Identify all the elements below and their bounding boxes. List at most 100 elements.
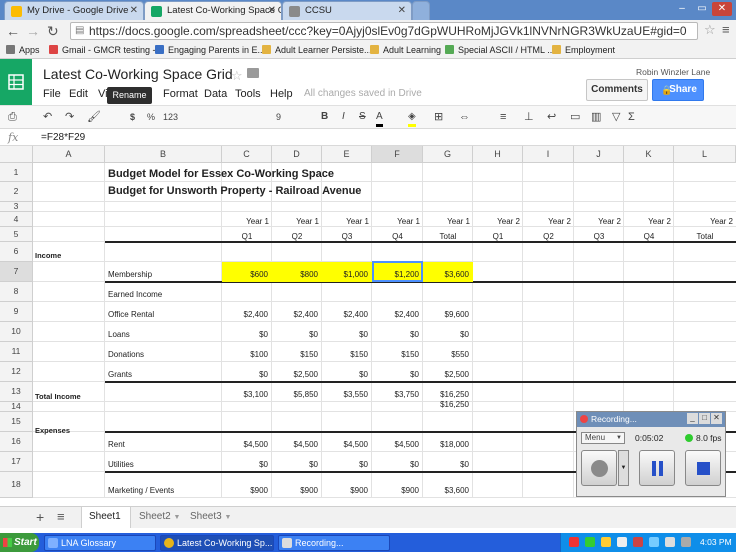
maximize-icon[interactable]: ▭ [692, 2, 712, 16]
font-size-select[interactable]: 9 [276, 110, 281, 124]
share-button[interactable]: 🔒 Share [652, 79, 704, 101]
column-header-a[interactable]: A [33, 146, 105, 163]
add-sheet-icon[interactable]: + [36, 509, 44, 525]
quarter-header[interactable]: Q1 [473, 232, 523, 242]
value-cell[interactable]: $2,400 [222, 310, 268, 320]
value-cell[interactable]: $0 [222, 460, 268, 470]
borders-icon[interactable]: ⊞ [434, 110, 443, 124]
column-header-j[interactable]: J [574, 146, 624, 163]
star-icon[interactable]: ☆ [231, 68, 243, 84]
value-cell[interactable]: $1,200 [372, 270, 419, 280]
quarter-header[interactable]: Q4 [624, 232, 674, 242]
column-header-e[interactable]: E [322, 146, 372, 163]
year-header[interactable]: Year 2 [674, 217, 733, 227]
percent-format-button[interactable]: % [147, 110, 155, 124]
value-cell[interactable]: $0 [222, 330, 268, 340]
bookmark-gmail[interactable]: Gmail - GMCR testing - [49, 42, 156, 58]
value-cell[interactable]: $100 [222, 350, 268, 360]
row-header-13[interactable]: 13 [0, 382, 33, 402]
paint-format-icon[interactable]: 🖌 [87, 110, 101, 124]
budget-subtitle[interactable]: Budget for Unsworth Property - Railroad … [108, 185, 361, 198]
value-cell[interactable]: $2,400 [322, 310, 368, 320]
value-cell[interactable]: $150 [322, 350, 368, 360]
reload-icon[interactable]: ↻ [47, 23, 59, 40]
line-item-label[interactable]: Office Rental [108, 310, 154, 320]
strikethrough-button[interactable]: S [359, 110, 366, 124]
quarter-header[interactable]: Q1 [222, 232, 272, 242]
column-header-i[interactable]: I [523, 146, 574, 163]
value-cell[interactable]: $900 [372, 486, 419, 496]
value-cell[interactable]: $0 [272, 330, 318, 340]
expenses-label[interactable]: Expenses [35, 426, 70, 436]
tray-icon[interactable] [681, 537, 691, 547]
align-left-icon[interactable]: ≡ [500, 110, 506, 124]
value-cell[interactable]: $1,000 [322, 270, 368, 280]
redo-icon[interactable]: ↷ [65, 110, 74, 124]
column-header-l[interactable]: L [674, 146, 736, 163]
value-cell[interactable]: $4,500 [272, 440, 318, 450]
year-header[interactable]: Year 1 [272, 217, 319, 227]
bookmark-adult-learner[interactable]: Adult Learner Persiste... [262, 42, 372, 58]
stop-button[interactable] [685, 450, 721, 486]
recorder-menu-select[interactable]: Menu ▼ [581, 432, 625, 444]
task-lna-glossary[interactable]: LNA Glossary [44, 535, 156, 551]
text-color-button[interactable]: A [376, 110, 383, 127]
value-cell[interactable]: $16,250 [423, 390, 469, 400]
column-header-g[interactable]: G [423, 146, 473, 163]
bookmark-adult-learning[interactable]: Adult Learning [370, 42, 441, 58]
line-item-label[interactable]: Membership [108, 270, 152, 280]
folder-icon[interactable] [247, 68, 259, 78]
bookmark-special-ascii[interactable]: Special ASCII / HTML ... [445, 42, 555, 58]
task-recording[interactable]: Recording... [278, 535, 390, 551]
value-cell[interactable]: $900 [272, 486, 318, 496]
tray-icon[interactable] [601, 537, 611, 547]
year-header[interactable]: Year 1 [322, 217, 369, 227]
income-label[interactable]: Income [35, 251, 61, 261]
row-header-17[interactable]: 17 [0, 452, 33, 472]
line-item-label[interactable]: Marketing / Events [108, 486, 174, 496]
new-tab-button[interactable] [412, 1, 430, 20]
chart-icon[interactable]: ▥ [591, 110, 601, 124]
task-chrome-sheet[interactable]: Latest Co-Working Sp... [160, 535, 274, 551]
year-header[interactable]: Year 1 [222, 217, 269, 227]
quarter-header[interactable]: Q3 [574, 232, 624, 242]
value-cell[interactable]: $2,400 [372, 310, 419, 320]
forward-icon[interactable]: → [26, 23, 40, 39]
budget-title[interactable]: Budget Model for Essex Co-Working Space [108, 168, 334, 181]
value-cell[interactable]: $4,500 [222, 440, 268, 450]
chrome-menu-icon[interactable]: ≡ [722, 22, 730, 37]
value-cell[interactable]: $3,550 [322, 390, 368, 400]
filter-icon[interactable]: ▽ [612, 110, 620, 124]
tray-icon[interactable] [585, 537, 595, 547]
minimize-icon[interactable]: _ [687, 413, 698, 424]
document-title[interactable]: Latest Co-Working Space Grid [43, 66, 233, 82]
quarter-header[interactable]: Q4 [372, 232, 423, 242]
value-cell[interactable]: $800 [272, 270, 318, 280]
value-cell[interactable]: $900 [222, 486, 268, 496]
select-all-corner[interactable] [0, 146, 33, 163]
row-header-7[interactable]: 7 [0, 262, 33, 282]
number-format-button[interactable]: 123 [163, 110, 178, 124]
value-cell[interactable]: $3,600 [423, 486, 469, 496]
row-header-12[interactable]: 12 [0, 362, 33, 382]
browser-tab-ccsu[interactable]: CCSU ✕ [282, 1, 412, 20]
column-header-f[interactable]: F [372, 146, 423, 163]
row-header-16[interactable]: 16 [0, 432, 33, 452]
value-cell[interactable]: $0 [372, 370, 419, 380]
bookmark-employment[interactable]: Employment [552, 42, 615, 58]
line-item-label[interactable]: Earned Income [108, 290, 162, 300]
wrap-text-icon[interactable]: ↩ [547, 110, 556, 124]
menu-view[interactable]: View [98, 88, 107, 100]
menu-help[interactable]: Help [270, 88, 293, 100]
back-icon[interactable]: ← [6, 23, 20, 39]
close-tab-icon[interactable]: ✕ [398, 2, 406, 20]
pause-button[interactable] [639, 450, 675, 486]
row-header-1[interactable]: 1 [0, 163, 33, 182]
close-tab-icon[interactable]: ✕ [268, 2, 276, 20]
print-icon[interactable]: ⎙ [8, 110, 17, 124]
bookmark-apps[interactable]: Apps [6, 42, 40, 58]
value-cell[interactable]: $550 [423, 350, 469, 360]
line-item-label[interactable]: Rent [108, 440, 125, 450]
tray-icon[interactable] [633, 537, 643, 547]
row-header-11[interactable]: 11 [0, 342, 33, 362]
